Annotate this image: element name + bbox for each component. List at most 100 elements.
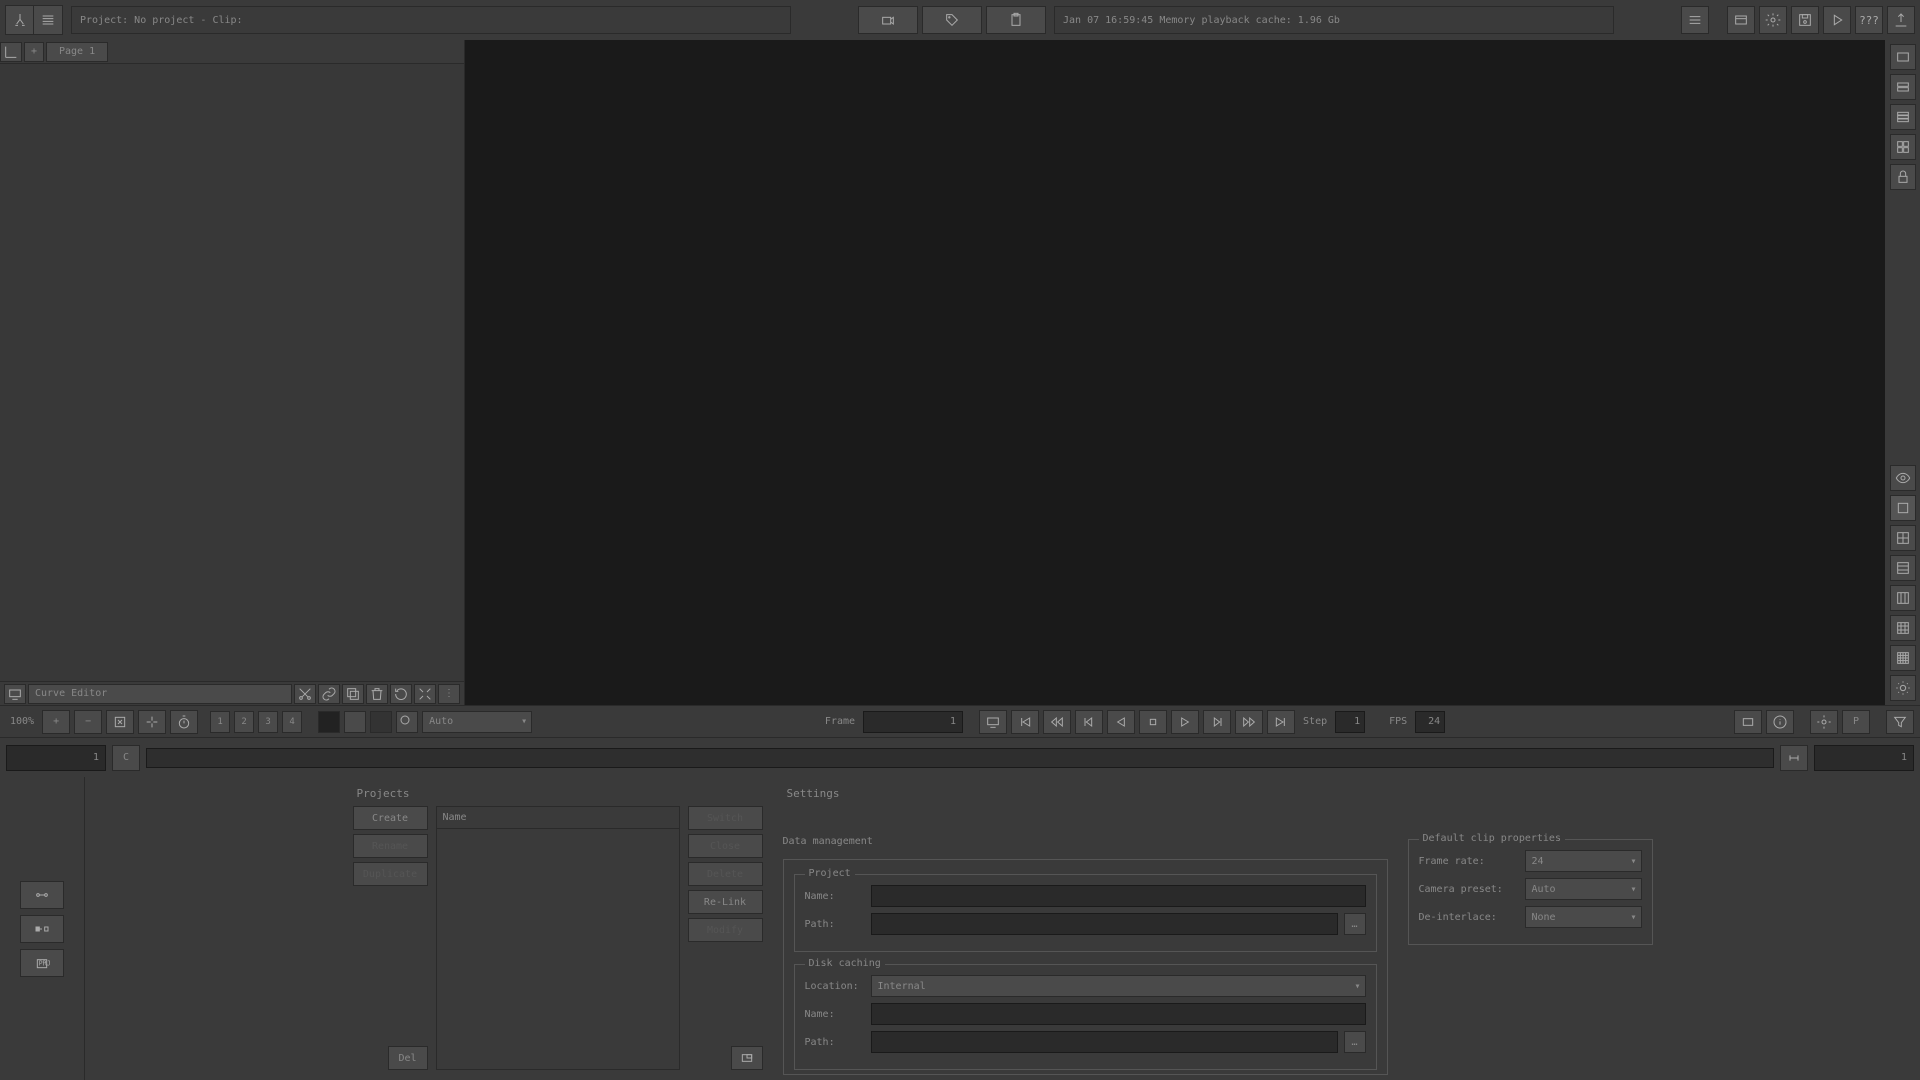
cache-path-input[interactable] [871,1031,1338,1053]
close-button[interactable]: Close [688,834,763,858]
view-2[interactable]: 2 [234,711,254,733]
browse-path-button[interactable]: … [1344,913,1366,935]
frame-input[interactable] [863,711,963,733]
settings-icon[interactable] [1810,710,1838,734]
play-back-button[interactable] [1107,710,1135,734]
timer-icon[interactable] [170,710,198,734]
monitor-icon[interactable] [4,684,26,704]
center-icon[interactable] [138,710,166,734]
zoom-in-button[interactable]: + [42,710,70,734]
expand-icon[interactable] [414,684,436,704]
timeline-start-input[interactable] [6,745,106,771]
color-black[interactable] [318,711,340,733]
mode-flow-icon[interactable] [20,915,64,943]
zoom-out-button[interactable]: − [74,710,102,734]
tool-list-icon[interactable] [34,6,62,34]
switch-button[interactable]: Switch [688,806,763,830]
viewport[interactable] [465,40,1885,705]
view-active-icon[interactable] [1890,495,1916,521]
timeline-track[interactable] [146,748,1774,768]
rewind-button[interactable] [1043,710,1071,734]
view-3[interactable]: 3 [258,711,278,733]
camera-select[interactable]: Auto [1525,878,1642,900]
color-gray2[interactable] [370,711,392,733]
overlay-1-icon[interactable] [1734,710,1762,734]
color-circle[interactable] [396,711,418,733]
layout-2-icon[interactable] [1890,74,1916,100]
color-gray1[interactable] [344,711,366,733]
display-icon[interactable] [979,710,1007,734]
relink-button[interactable]: Re-Link [688,890,763,914]
framerate-select[interactable]: 24 [1525,850,1642,872]
grid-5-icon[interactable] [1890,645,1916,671]
browse-cache-button[interactable]: … [1344,1031,1366,1053]
proj-window-icon[interactable] [731,1046,763,1070]
grid-3-icon[interactable] [1890,585,1916,611]
view-1[interactable]: 1 [210,711,230,733]
list-icon[interactable] [1681,6,1709,34]
trash-icon[interactable] [366,684,388,704]
del-button[interactable]: Del [388,1046,428,1070]
save-icon[interactable] [1791,6,1819,34]
forward-button[interactable] [1235,710,1263,734]
location-select[interactable]: Internal [871,975,1366,997]
project-path-input[interactable] [871,913,1338,935]
panel-body[interactable] [0,64,464,681]
go-end-button[interactable] [1267,710,1295,734]
camera-icon[interactable] [858,6,918,34]
eye-icon[interactable] [1890,465,1916,491]
mode-proj-icon[interactable]: PRJ [20,949,64,977]
gear-icon[interactable] [1759,6,1787,34]
layout-4-icon[interactable] [1890,134,1916,160]
step-input[interactable] [1335,711,1365,733]
grid-2-icon[interactable] [1890,555,1916,581]
copy-icon[interactable] [342,684,364,704]
fps-input[interactable] [1415,711,1445,733]
tool-node-icon[interactable] [6,6,34,34]
link-icon[interactable] [318,684,340,704]
export-icon[interactable] [1887,6,1915,34]
refresh-icon[interactable] [390,684,412,704]
panel-icon[interactable] [1727,6,1755,34]
mode-node-icon[interactable] [20,881,64,909]
page-tab[interactable]: Page 1 [46,42,108,62]
step-back-button[interactable] [1075,710,1103,734]
view-4[interactable]: 4 [282,711,302,733]
go-start-button[interactable] [1011,710,1039,734]
fit-icon[interactable] [106,710,134,734]
create-button[interactable]: Create [353,806,428,830]
projects-list-header[interactable]: Name [437,807,679,829]
info-icon[interactable] [1766,710,1794,734]
filter-icon[interactable] [1886,710,1914,734]
deint-select[interactable]: None [1525,906,1642,928]
stop-button[interactable] [1139,710,1167,734]
modify-button[interactable]: Modify [688,918,763,942]
delete-button[interactable]: Delete [688,862,763,886]
tool-p-button[interactable]: P [1842,710,1870,734]
more-icon[interactable]: ⋮ [438,684,460,704]
play-icon[interactable] [1823,6,1851,34]
lock-icon[interactable] [1890,164,1916,190]
rename-button[interactable]: Rename [353,834,428,858]
help-button[interactable]: ??? [1855,6,1883,34]
play-button[interactable] [1171,710,1199,734]
cut-icon[interactable] [294,684,316,704]
timeline-end-input[interactable] [1814,745,1914,771]
clipboard-icon[interactable] [986,6,1046,34]
cache-name-input[interactable] [871,1003,1366,1025]
quality-dropdown[interactable]: Auto [422,711,532,733]
projects-list[interactable]: Name [436,806,680,1070]
timeline-range-icon[interactable] [1780,745,1808,771]
grid-1-icon[interactable] [1890,525,1916,551]
project-name-input[interactable] [871,885,1366,907]
brightness-icon[interactable] [1890,675,1916,701]
grid-4-icon[interactable] [1890,615,1916,641]
tag-icon[interactable] [922,6,982,34]
panel-corner-icon[interactable] [0,42,22,62]
step-fwd-button[interactable] [1203,710,1231,734]
duplicate-button[interactable]: Duplicate [353,862,428,886]
curve-editor-label[interactable]: Curve Editor [28,684,292,704]
add-tab-button[interactable]: + [24,42,44,62]
timeline-c-button[interactable]: C [112,745,140,771]
layout-3-icon[interactable] [1890,104,1916,130]
